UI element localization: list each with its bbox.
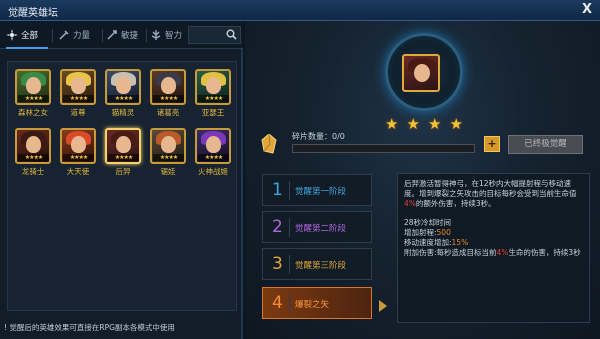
shard-count-value: 0/0 <box>332 132 345 141</box>
shard-icon <box>261 134 277 154</box>
tab-divider <box>146 29 147 42</box>
hero-name: 火神战姬 <box>198 167 228 176</box>
hero-card[interactable]: ★★★★ 猫精灵 <box>105 69 141 118</box>
stage-1-tab[interactable]: 1 觉醒第一阶段 <box>262 174 372 206</box>
tab-strength-label: 力量 <box>73 31 91 41</box>
hero-card[interactable]: ★★★★ 道尊 <box>60 69 96 118</box>
hero-stars: ★★★★ <box>153 154 184 161</box>
title-bar: 觉醒英雄坛 X <box>0 0 600 21</box>
hero-portrait: ★★★★ <box>15 69 51 105</box>
stage-number: 3 <box>272 254 283 274</box>
hero-portrait: ★★★★ <box>195 69 231 105</box>
hero-portrait: ★★★★ <box>15 128 51 164</box>
hero-portrait: ★★★★ <box>150 69 186 105</box>
tab-divider <box>52 29 53 42</box>
shard-progress-bar <box>292 144 475 153</box>
tab-strength[interactable]: 力量 <box>58 21 98 49</box>
hero-name: 后羿 <box>115 167 131 176</box>
close-button[interactable]: X <box>582 2 592 17</box>
stage-label: 觉醒第一阶段 <box>295 187 347 197</box>
hero-portrait: ★★★★ <box>60 128 96 164</box>
hero-card[interactable]: ★★★★ 龙骑士 <box>15 128 51 177</box>
hero-name: 锯娃 <box>160 167 176 176</box>
shard-count-label: 碎片数量： <box>292 132 332 141</box>
hero-name: 大天使 <box>66 167 90 176</box>
skill-description: 后羿激活暂得神弓，在12秒内大幅提射程与移动速度。增到爆裂之矢攻击的目标每秒会受… <box>397 173 590 323</box>
tab-agility[interactable]: 敏捷 <box>106 21 146 49</box>
cooldown-text: 28秒冷却时间 <box>404 218 452 227</box>
tab-all-label: 全部 <box>21 31 39 41</box>
star-icon: ★ <box>449 115 463 133</box>
intelligence-icon <box>151 30 161 40</box>
stage-label: 爆裂之矢 <box>295 300 330 310</box>
hero-name: 森林之女 <box>18 108 48 117</box>
hero-card[interactable]: ★★★★ 大天使 <box>60 128 96 177</box>
hero-stars: ★★★★ <box>108 95 139 102</box>
hero-card-selected[interactable]: ★★★★ 后羿 <box>105 128 141 177</box>
tab-intelligence-label: 智力 <box>165 31 183 41</box>
window-title: 觉醒英雄坛 <box>8 8 58 19</box>
hero-stars: ★★★★ <box>153 95 184 102</box>
hero-name: 亚瑟王 <box>201 108 225 117</box>
tab-all[interactable]: 全部 <box>6 21 48 49</box>
hero-name: 诸葛亮 <box>156 108 180 117</box>
hero-stars: ★★★★ <box>63 95 94 102</box>
hero-card[interactable]: ★★★★ 亚瑟王 <box>195 69 231 118</box>
search-icon[interactable] <box>226 29 237 40</box>
star-icon: ★ <box>428 115 442 133</box>
agility-icon <box>107 30 117 40</box>
speed-stat: 移动速度增加:15% <box>404 238 469 247</box>
filter-tabs: 全部 力量 敏捷 智力 <box>0 21 243 49</box>
tab-divider <box>102 29 103 42</box>
tab-agility-label: 敏捷 <box>121 31 139 41</box>
add-shard-button[interactable]: + <box>484 136 500 152</box>
shard-count: 碎片数量：0/0 <box>292 131 345 142</box>
hero-portrait: ★★★★ <box>60 69 96 105</box>
hero-stars: ★★★★ <box>18 95 49 102</box>
awaken-stars: ★ ★ ★ ★ <box>385 117 463 132</box>
footer-note: ! 觉醒后的英雄效果可直接在RPG副本各模式中使用 <box>4 323 175 332</box>
range-stat: 增加射程:500 <box>404 228 451 237</box>
strength-icon <box>59 30 69 40</box>
hero-detail-panel: ★ ★ ★ ★ 碎片数量：0/0 + 已终极觉醒 1 觉醒第一阶段 2 觉醒第二… <box>245 21 600 339</box>
hero-name: 龙骑士 <box>21 167 45 176</box>
hero-card[interactable]: ★★★★ 森林之女 <box>15 69 51 118</box>
selected-hero-portrait <box>402 54 440 92</box>
damage-stat: 附加伤害:每秒造成目标当前4%生命的伤害，持续3秒 <box>404 248 581 257</box>
stage-number: 1 <box>272 180 283 200</box>
stage-number: 2 <box>272 217 283 237</box>
hero-card[interactable]: ★★★★ 火神战姬 <box>195 128 231 177</box>
hero-stars: ★★★★ <box>18 154 49 161</box>
stage-label: 觉醒第三阶段 <box>295 261 347 271</box>
hero-stars: ★★★★ <box>63 154 94 161</box>
hero-portrait: ★★★★ <box>105 69 141 105</box>
hero-name: 道尊 <box>70 108 86 117</box>
hero-portrait: ★★★★ <box>195 128 231 164</box>
hero-card[interactable]: ★★★★ 锯娃 <box>150 128 186 177</box>
stage-3-tab[interactable]: 3 觉醒第三阶段 <box>262 248 372 280</box>
hero-card[interactable]: ★★★★ 诸葛亮 <box>150 69 186 118</box>
ultimate-awaken-button[interactable]: 已终极觉醒 <box>508 135 583 154</box>
hero-stars: ★★★★ <box>198 154 229 161</box>
hero-portrait: ★★★★ <box>105 128 141 164</box>
hero-portrait: ★★★★ <box>150 128 186 164</box>
chevron-right-icon <box>379 300 387 312</box>
skill-summary: 后羿激活暂得神弓，在12秒内大幅提射程与移动速度。增到爆裂之矢攻击的目标每秒会受… <box>404 179 577 208</box>
star-icon: ★ <box>385 115 399 133</box>
stage-label: 觉醒第二阶段 <box>295 224 347 234</box>
stage-2-tab[interactable]: 2 觉醒第二阶段 <box>262 211 372 243</box>
stage-4-tab[interactable]: 4 爆裂之矢 <box>262 287 372 319</box>
hero-name: 猫精灵 <box>111 108 135 117</box>
tab-intelligence[interactable]: 智力 <box>150 21 188 49</box>
stage-number: 4 <box>272 293 283 313</box>
star-icon: ★ <box>406 115 420 133</box>
hero-stars: ★★★★ <box>108 154 139 161</box>
all-icon <box>6 29 18 41</box>
hero-grid: ★★★★ 森林之女 ★★★★ 道尊 ★★★★ 猫精灵 ★★★★ 诸葛亮 ★★★★… <box>7 61 237 311</box>
search-input[interactable] <box>188 26 241 44</box>
hero-stars: ★★★★ <box>198 95 229 102</box>
hero-list-panel: 全部 力量 敏捷 智力 ★★★★ 森林之女 ★★★★ 道尊 ★★★★ 猫精灵 ★… <box>0 21 243 339</box>
